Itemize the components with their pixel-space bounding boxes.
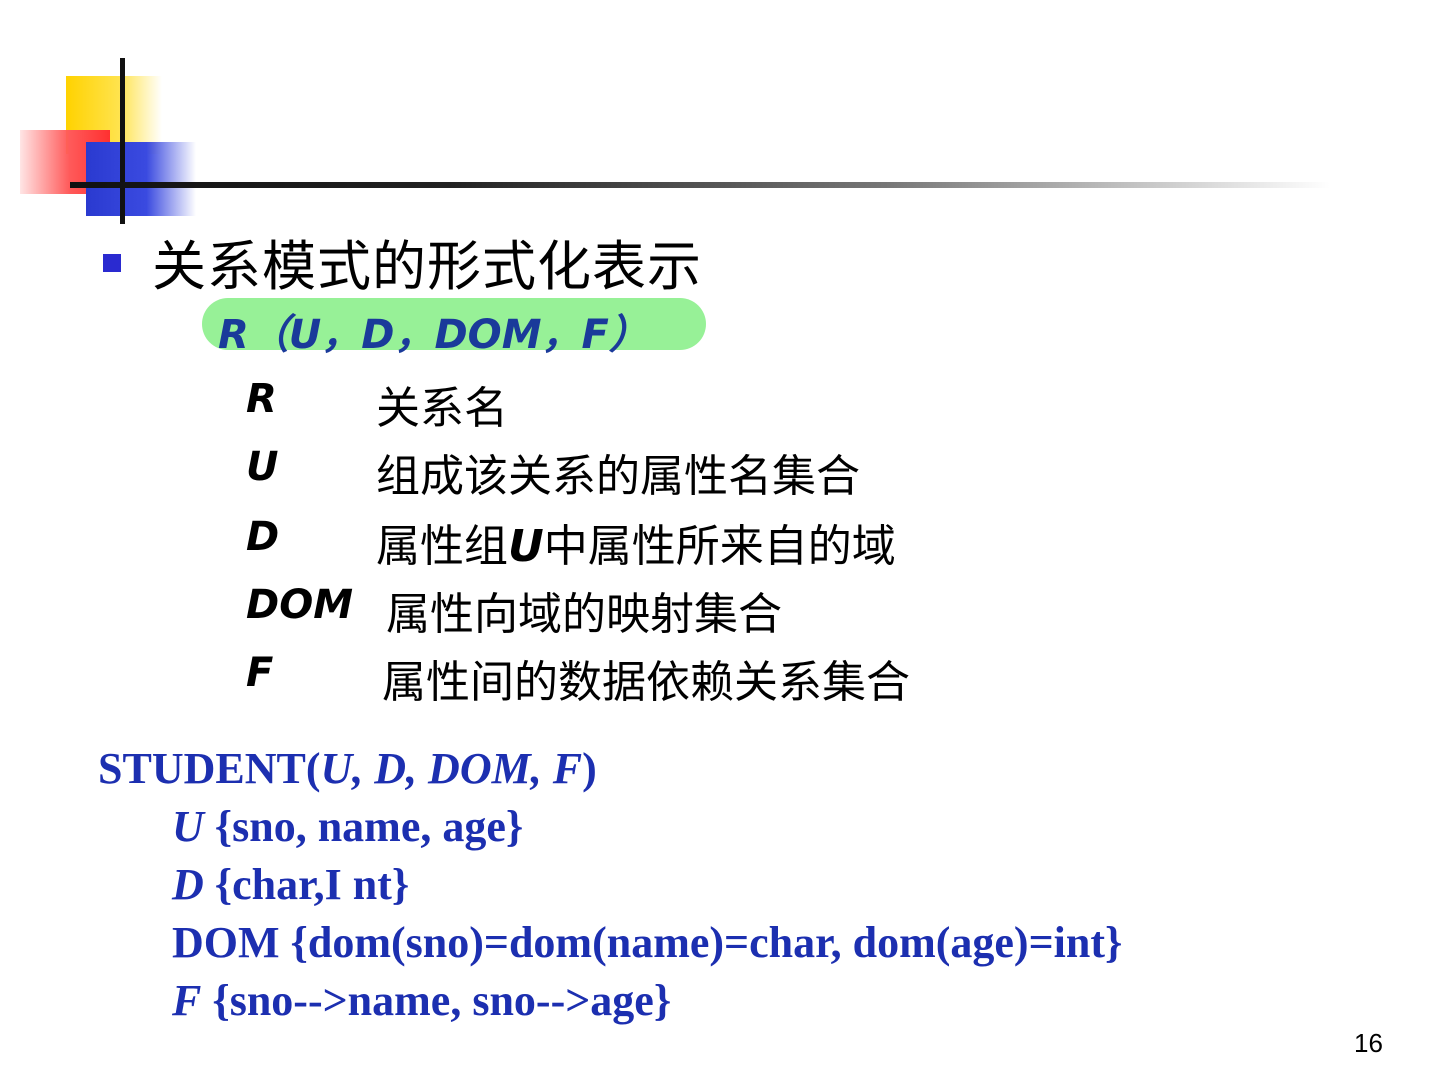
bullet-square-icon (103, 254, 121, 272)
example-head-prefix: STUDENT( (98, 744, 321, 793)
decor-vertical-line (120, 58, 125, 224)
formula-text: R（U，D，DOM，F） (218, 312, 649, 358)
example-line-d: D {char,I nt} (98, 856, 1122, 914)
example-line-dom: DOM {dom(sno)=dom(name)=char, dom(age)=i… (98, 914, 1122, 972)
example-line-u: U {sno, name, age} (98, 798, 1122, 856)
decor-blue-square (86, 142, 196, 216)
slide-title: 关系模式的形式化表示 (152, 235, 702, 298)
definition-symbol: F (246, 650, 274, 696)
example-symbol: D (172, 860, 204, 909)
definition-text-after: 中属性所来自的域 (543, 521, 896, 572)
definition-text-before: 属性组 (376, 521, 508, 572)
example-head: STUDENT(U, D, DOM, F) (98, 740, 1122, 798)
example-symbol: DOM (172, 918, 280, 967)
definition-text: 属性组U中属性所来自的域 (376, 510, 896, 574)
definition-text: 属性向域的映射集合 (386, 589, 782, 640)
example-head-args: U, D, DOM, F (320, 744, 583, 793)
example-body: {dom(sno)=dom(name)=char, dom(age)=int} (279, 918, 1123, 967)
definition-symbol: DOM (246, 582, 354, 628)
definition-text: 属性间的数据依赖关系集合 (382, 657, 910, 708)
example-body: {char,I nt} (203, 860, 410, 909)
example-body: {sno-->name, sno-->age} (201, 976, 672, 1025)
definition-text: 关系名 (376, 383, 508, 434)
decor-horizontal-rule (70, 182, 1330, 188)
definition-text-italic: U (508, 521, 544, 572)
definition-text: 组成该关系的属性名集合 (376, 451, 860, 502)
example-head-suffix: ) (582, 744, 597, 793)
example-block: STUDENT(U, D, DOM, F) U {sno, name, age}… (98, 740, 1122, 1030)
definition-symbol: U (246, 444, 279, 490)
page-number: 16 (1354, 1028, 1383, 1058)
example-symbol: F (172, 976, 202, 1025)
example-symbol: U (172, 802, 204, 851)
example-body: {sno, name, age} (203, 802, 524, 851)
example-line-f: F {sno-->name, sno-->age} (98, 972, 1122, 1030)
definition-symbol: R (246, 376, 277, 422)
definition-symbol: D (246, 514, 280, 560)
